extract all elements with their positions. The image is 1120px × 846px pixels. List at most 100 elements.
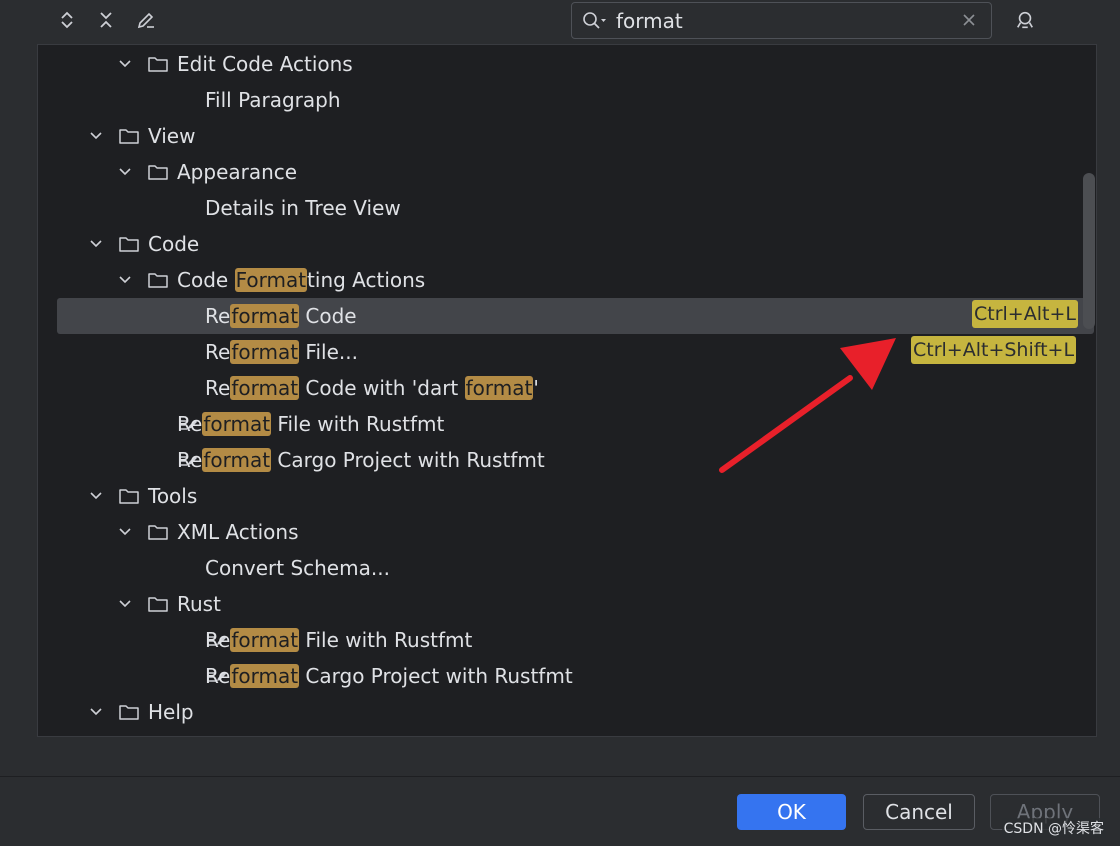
- chevron-down-icon[interactable]: [89, 129, 103, 143]
- tree-action-row[interactable]: Reformat Cargo Project with Rustfmt: [38, 442, 1096, 478]
- label-text: Re: [177, 448, 203, 472]
- search-match-highlight: format: [230, 304, 300, 328]
- chevron-down-icon[interactable]: [118, 597, 132, 611]
- chevron-down-icon[interactable]: [118, 525, 132, 539]
- tree-action-row[interactable]: Reformat File with Rustfmt: [38, 406, 1096, 442]
- watermark: CSDN @怜渠客: [1001, 818, 1106, 838]
- label-text: File with Rustfmt: [271, 412, 445, 436]
- tree-row-label: Edit Code Actions: [177, 50, 353, 78]
- tree-action-row[interactable]: Details in Tree View: [38, 190, 1096, 226]
- chevron-down-icon[interactable]: [89, 489, 103, 503]
- folder-icon: [148, 57, 168, 72]
- label-text: Edit Code Actions: [177, 52, 353, 76]
- tree-folder-row[interactable]: Appearance: [38, 154, 1096, 190]
- tree-row-label: Help: [148, 698, 194, 726]
- tree-row-label: Rust: [177, 590, 221, 618]
- tree-folder-row[interactable]: View: [38, 118, 1096, 154]
- tree-row-label: Convert Schema...: [205, 554, 390, 582]
- tree-row-label: Reformat File with Rustfmt: [205, 626, 472, 654]
- tree-row-label: Details in Tree View: [205, 194, 401, 222]
- footer-divider: [0, 776, 1120, 777]
- chevron-down-icon[interactable]: [89, 705, 103, 719]
- search-icon[interactable]: [582, 11, 608, 31]
- label-text: Cargo Project with Rustfmt: [271, 448, 545, 472]
- shortcut-badge: Ctrl+Alt+L: [972, 300, 1078, 328]
- tree-row-label: Reformat Code with 'dart format': [205, 374, 539, 402]
- tree-action-row[interactable]: Reformat Code Ctrl+Alt+L: [57, 298, 1094, 334]
- label-text: Re: [205, 628, 231, 652]
- tree-action-row[interactable]: Fill Paragraph: [38, 82, 1096, 118]
- tree-row-label: Fill Paragraph: [205, 86, 341, 114]
- vertical-scrollbar[interactable]: [1083, 173, 1095, 329]
- keymap-tree[interactable]: Edit Code Actions Fill Paragraph View Appea…: [37, 44, 1097, 737]
- label-text: Code: [177, 268, 235, 292]
- tree-row-label: Reformat Cargo Project with Rustfmt: [205, 662, 573, 690]
- folder-icon: [119, 237, 139, 252]
- search-match-highlight: format: [230, 340, 300, 364]
- label-text: Re: [177, 412, 203, 436]
- chevron-down-icon[interactable]: [118, 57, 132, 71]
- collapse-all-icon[interactable]: [94, 8, 118, 32]
- folder-icon: [148, 165, 168, 180]
- tree-row-label: Code: [148, 230, 199, 258]
- label-text: Details in Tree View: [205, 196, 401, 220]
- search-match-highlight: format: [230, 664, 300, 688]
- tree-row-label: XML Actions: [177, 518, 299, 546]
- label-text: XML Actions: [177, 520, 299, 544]
- tree-folder-row[interactable]: XML Actions: [38, 514, 1096, 550]
- tree-action-row[interactable]: Reformat File with Rustfmt: [38, 622, 1096, 658]
- label-text: Code: [148, 232, 200, 256]
- folder-icon: [119, 129, 139, 144]
- tree-folder-row[interactable]: Code Formatting Actions: [38, 262, 1096, 298]
- tree-row-label: View: [148, 122, 195, 150]
- tree-row-label: Reformat File...: [205, 338, 358, 366]
- label-text: Convert Schema...: [205, 556, 390, 580]
- folder-icon: [148, 525, 168, 540]
- close-icon[interactable]: [961, 12, 977, 28]
- folder-icon: [119, 705, 139, 720]
- pencil-icon[interactable]: [134, 8, 158, 32]
- label-text: Rust: [177, 592, 221, 616]
- search-match-highlight: format: [464, 376, 534, 400]
- label-text: Re: [205, 664, 231, 688]
- chevron-down-icon[interactable]: [118, 165, 132, 179]
- chevron-down-icon[interactable]: [89, 237, 103, 251]
- tree-folder-row[interactable]: Help: [38, 694, 1096, 730]
- label-text: Tools: [148, 484, 198, 508]
- search-match-highlight: format: [202, 448, 272, 472]
- folder-icon: [119, 489, 139, 504]
- shortcut-badge: Ctrl+Alt+Shift+L: [911, 336, 1077, 364]
- ok-button[interactable]: OK: [737, 794, 846, 830]
- tree-folder-row[interactable]: Rust: [38, 586, 1096, 622]
- label-text: Help: [148, 700, 194, 724]
- tree-action-row[interactable]: Reformat Code with 'dart format': [38, 370, 1096, 406]
- cancel-button[interactable]: Cancel: [863, 794, 975, 830]
- tree-row-label: Reformat Code: [205, 302, 357, 330]
- folder-icon: [148, 273, 168, 288]
- label-text: Appearance: [177, 160, 298, 184]
- label-text: Re: [205, 304, 231, 328]
- search-match-highlight: format: [202, 412, 272, 436]
- tree-action-row[interactable]: Reformat File... Ctrl+Alt+Shift+L: [38, 334, 1096, 370]
- find-by-shortcut-icon[interactable]: [1013, 8, 1037, 32]
- tree-folder-row[interactable]: Edit Code Actions: [38, 46, 1096, 82]
- tree-action-row[interactable]: Convert Schema...: [38, 550, 1096, 586]
- label-text: Re: [205, 376, 231, 400]
- label-text: File with Rustfmt: [299, 628, 473, 652]
- tree-row-label: Reformat File with Rustfmt: [177, 410, 444, 438]
- folder-icon: [148, 597, 168, 612]
- tree-row-label: Code Formatting Actions: [177, 266, 425, 294]
- tree-action-row[interactable]: Reformat Cargo Project with Rustfmt: [38, 658, 1096, 694]
- label-text: ': [533, 376, 539, 400]
- expand-all-icon[interactable]: [55, 8, 79, 32]
- chevron-down-icon[interactable]: [118, 273, 132, 287]
- tree-folder-row[interactable]: Tools: [38, 478, 1096, 514]
- search-box[interactable]: [571, 2, 992, 39]
- tree-row-label: Appearance: [177, 158, 297, 186]
- search-match-highlight: format: [230, 376, 300, 400]
- tree-row-label: Tools: [148, 482, 197, 510]
- tree-row-label: Reformat Cargo Project with Rustfmt: [177, 446, 545, 474]
- search-input[interactable]: [616, 7, 946, 35]
- label-text: View: [148, 124, 196, 148]
- tree-folder-row[interactable]: Code: [38, 226, 1096, 262]
